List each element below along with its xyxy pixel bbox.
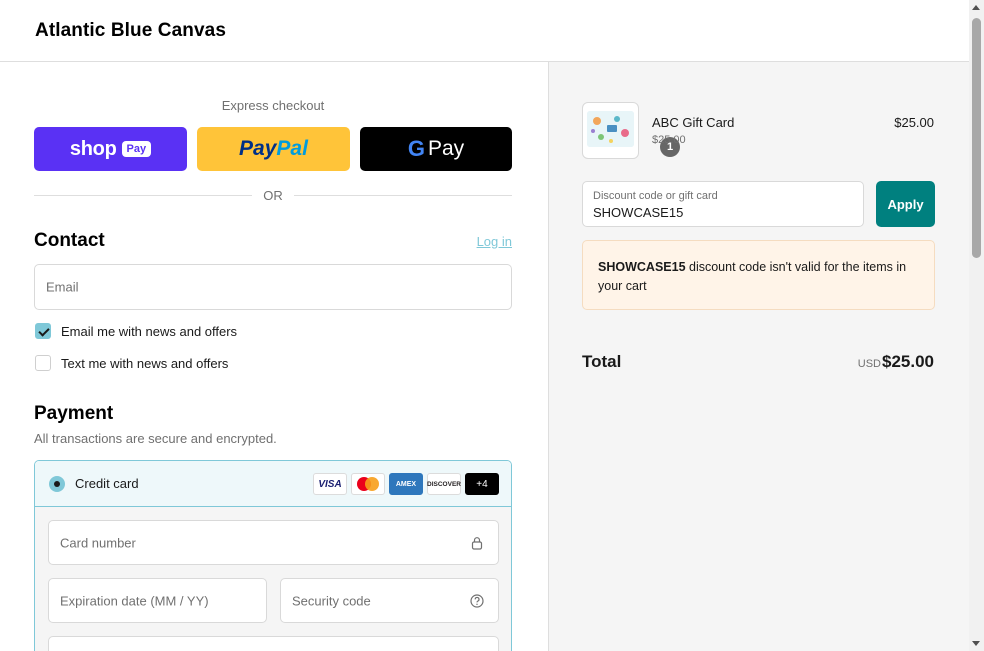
card-number-field[interactable]: Card number	[48, 520, 499, 565]
shop-pay-pill: Pay	[121, 141, 152, 157]
card-number-placeholder: Card number	[60, 535, 136, 550]
text-news-checkbox[interactable]	[35, 355, 51, 371]
google-pay-button[interactable]: G Pay	[360, 127, 512, 171]
name-on-card-field[interactable]	[48, 636, 499, 651]
card-brands: VISA AMEX DISCOVER +4	[313, 473, 499, 495]
or-divider: OR	[34, 188, 512, 203]
currency-code: USD	[857, 358, 881, 370]
credit-card-option[interactable]: Credit card VISA AMEX DISCOVER +4	[35, 461, 511, 507]
security-code-field[interactable]: Security code	[280, 578, 499, 623]
scroll-down-arrow-icon[interactable]	[972, 641, 980, 646]
product-price: $25.00	[894, 115, 934, 130]
credit-card-label: Credit card	[75, 476, 139, 491]
scrollbar-thumb[interactable]	[972, 18, 981, 258]
product-variant-price: $25.00	[652, 134, 686, 146]
google-g-icon: G	[407, 136, 425, 161]
email-news-checkbox[interactable]	[35, 323, 51, 339]
paypal-logo-pay: Pay	[239, 137, 277, 160]
discount-code-input[interactable]: Discount code or gift card SHOWCASE15	[582, 181, 864, 227]
product-name: ABC Gift Card	[652, 115, 735, 130]
contact-title: Contact	[34, 230, 105, 251]
store-name[interactable]: Atlantic Blue Canvas	[35, 20, 226, 42]
error-code: SHOWCASE15	[598, 260, 686, 274]
shop-pay-logo: shop	[69, 137, 117, 160]
discount-code-label: Discount code or gift card	[593, 190, 718, 202]
credit-card-section: Credit card VISA AMEX DISCOVER +4 Card n…	[34, 460, 512, 651]
expiration-date-placeholder: Expiration date (MM / YY)	[60, 593, 209, 608]
visa-icon: VISA	[313, 473, 347, 495]
email-field[interactable]: Email	[34, 264, 512, 310]
scroll-up-arrow-icon[interactable]	[972, 5, 980, 10]
help-circle-icon[interactable]	[470, 593, 484, 608]
google-pay-text: Pay	[427, 137, 465, 160]
amex-icon: AMEX	[389, 473, 423, 495]
email-news-row[interactable]: Email me with news and offers	[35, 323, 237, 339]
divider-line-right	[294, 195, 512, 196]
email-placeholder: Email	[46, 279, 79, 295]
login-link[interactable]: Log in	[477, 234, 512, 249]
express-checkout-label: Express checkout	[221, 98, 325, 113]
payment-subtitle: All transactions are secure and encrypte…	[34, 431, 277, 446]
checkout-header: Atlantic Blue Canvas	[0, 0, 969, 62]
paypal-logo-pal: Pal	[276, 137, 308, 160]
page-scrollbar[interactable]	[969, 0, 984, 651]
text-news-label: Text me with news and offers	[61, 355, 229, 371]
total-value: $25.00	[882, 352, 934, 371]
security-code-placeholder: Security code	[292, 593, 371, 608]
text-news-row[interactable]: Text me with news and offers	[35, 355, 228, 371]
lock-icon	[471, 536, 483, 550]
discount-code-value: SHOWCASE15	[593, 205, 684, 220]
total-label: Total	[582, 352, 622, 371]
credit-card-radio[interactable]	[49, 476, 65, 492]
checkout-form: Express checkout shop Pay Pay Pal G Pay O…	[0, 62, 548, 651]
gift-card-image	[587, 111, 634, 147]
discover-icon: DISCOVER	[427, 473, 461, 495]
payment-title: Payment	[34, 403, 114, 424]
discount-error-message: SHOWCASE15 discount code isn't valid for…	[582, 240, 935, 310]
expiration-date-field[interactable]: Expiration date (MM / YY)	[48, 578, 267, 623]
email-news-label: Email me with news and offers	[61, 323, 238, 339]
mastercard-icon	[351, 473, 385, 495]
shop-pay-button[interactable]: shop Pay	[34, 127, 187, 171]
paypal-button[interactable]: Pay Pal	[197, 127, 350, 171]
more-brands-badge: +4	[465, 473, 499, 495]
card-fields: Card number Expiration date (MM / YY) Se…	[35, 507, 511, 651]
order-summary: 1 ABC Gift Card $25.00 $25.00 Discount c…	[548, 62, 969, 651]
apply-button[interactable]: Apply	[876, 181, 935, 227]
product-thumbnail: 1	[582, 102, 680, 159]
